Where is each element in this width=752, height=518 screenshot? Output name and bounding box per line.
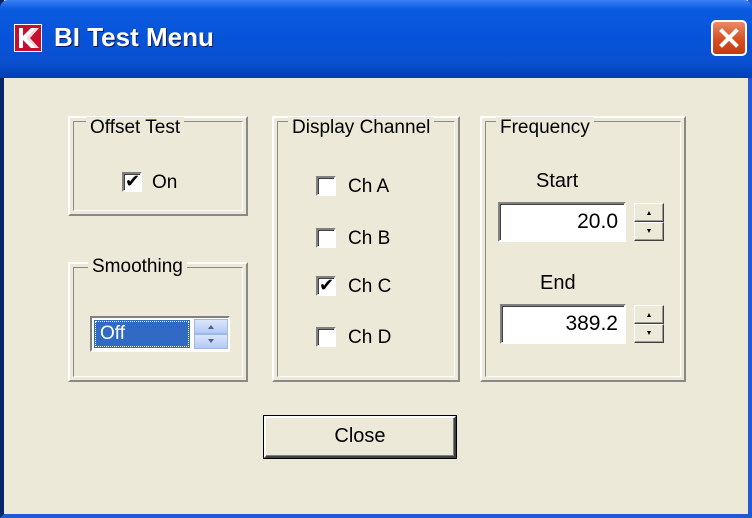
display-channel-group-title: Display Channel xyxy=(288,117,435,139)
chevron-up-icon xyxy=(208,325,214,329)
window-title: BI Test Menu xyxy=(54,22,214,52)
title-bar[interactable]: BI Test Menu xyxy=(0,0,752,78)
smoothing-spin-up[interactable] xyxy=(194,319,228,334)
frequency-end-label: End xyxy=(540,272,576,294)
smoothing-value: Off xyxy=(94,320,190,348)
frequency-end-spin-up[interactable] xyxy=(634,305,664,324)
chevron-down-icon xyxy=(647,229,651,233)
close-x-icon xyxy=(719,28,739,48)
frequency-group-title: Frequency xyxy=(496,117,594,139)
frequency-end-input[interactable]: 389.2 xyxy=(500,304,626,344)
close-button[interactable]: Close xyxy=(264,416,456,458)
channel-c-label: Ch C xyxy=(348,276,392,297)
channel-b-checkbox[interactable]: ✔ xyxy=(316,228,336,248)
smoothing-spin-down[interactable] xyxy=(194,334,228,349)
frequency-start-input[interactable]: 20.0 xyxy=(498,202,626,242)
offset-test-on-label: On xyxy=(152,172,178,193)
frequency-start-spinner[interactable] xyxy=(634,203,664,241)
checkmark-icon: ✔ xyxy=(125,171,141,192)
channel-a-label: Ch A xyxy=(348,176,390,197)
smoothing-spinner[interactable] xyxy=(194,319,228,349)
channel-d-label: Ch D xyxy=(348,327,392,348)
smoothing-group-title: Smoothing xyxy=(88,256,187,278)
channel-d-checkbox[interactable]: ✔ xyxy=(316,327,336,347)
frequency-start-spin-down[interactable] xyxy=(634,222,664,241)
chevron-down-icon xyxy=(208,339,214,343)
smoothing-select[interactable]: Off xyxy=(90,316,230,352)
frequency-start-label: Start xyxy=(536,170,579,192)
channel-c-checkbox[interactable]: ✔ xyxy=(316,276,336,296)
chevron-up-icon xyxy=(647,313,651,317)
checkmark-icon: ✔ xyxy=(319,275,335,296)
window-close-button[interactable] xyxy=(711,20,747,56)
chevron-up-icon xyxy=(647,211,651,215)
channel-b-label: Ch B xyxy=(348,228,391,249)
k-logo-icon xyxy=(14,24,42,52)
frequency-end-spinner[interactable] xyxy=(634,305,664,343)
frequency-start-spin-up[interactable] xyxy=(634,203,664,222)
offset-test-group-title: Offset Test xyxy=(86,117,185,139)
offset-test-on-checkbox[interactable]: ✔ xyxy=(122,172,142,192)
channel-a-checkbox[interactable]: ✔ xyxy=(316,176,336,196)
chevron-down-icon xyxy=(647,331,651,335)
frequency-end-spin-down[interactable] xyxy=(634,324,664,343)
